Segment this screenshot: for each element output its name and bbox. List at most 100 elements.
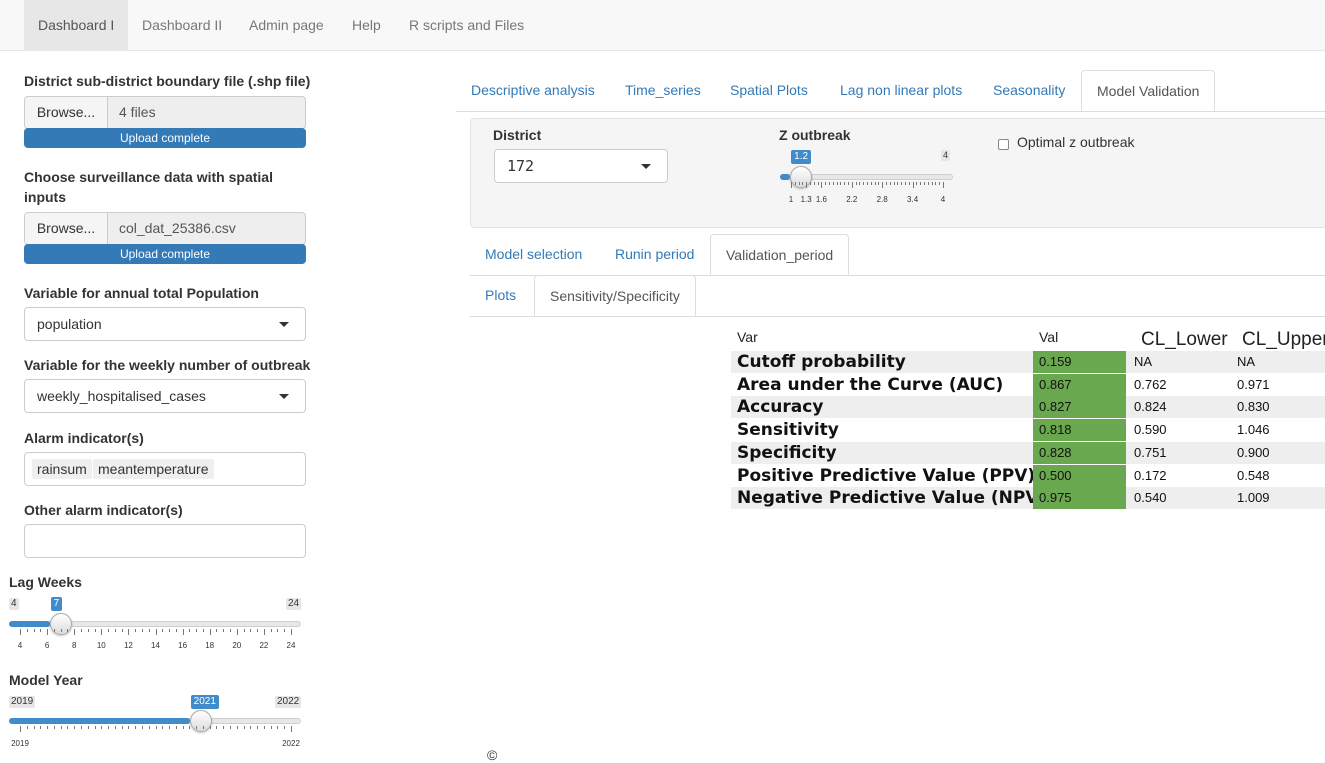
slider-major-tick [47,629,49,635]
population-label: Variable for annual total Population [24,285,259,301]
tab-sensitivity-specificity[interactable]: Sensitivity/Specificity [534,275,696,316]
slider-minor-tick [108,629,110,632]
slider-minor-tick [189,629,191,632]
slider-tick-label: 12 [123,641,133,650]
alarm-tag[interactable]: rainsum [32,459,92,479]
slider-tick-label: 6 [44,641,50,650]
slider-minor-tick [897,182,899,185]
district-select[interactable]: 172 [494,149,668,183]
slider-minor-tick [155,726,157,729]
nav-dashboard-2[interactable]: Dashboard II [128,0,236,51]
nav-help[interactable]: Help [338,0,395,51]
table-cell-val: 0.159 [1033,351,1126,373]
slider-minor-tick [223,726,225,729]
slider-minor-tick [855,182,857,185]
tab-runin-period[interactable]: Runin period [600,234,709,275]
table-cell-cl-lower: 0.824 [1134,399,1167,415]
slider-minor-tick [60,726,62,729]
slider-minor-tick [60,629,62,632]
slider-minor-tick [87,726,89,729]
table-row: Cutoff probability 0.159 NA NA [731,351,1325,373]
slider-tick-label: 1.6 [815,195,827,204]
slider-major-tick [851,182,853,188]
table-cell-val: 0.500 [1033,464,1126,487]
slider-minor-tick [209,726,211,729]
other-alarm-input[interactable] [24,524,306,558]
table-cell-cl-upper: 1.009 [1237,490,1270,506]
slider-minor-tick [33,726,35,729]
table-cell-var: Cutoff probability [737,352,906,372]
slider-major-tick [128,629,130,635]
nav-dashboard-1[interactable]: Dashboard I [24,0,129,51]
slider-major-tick [291,726,292,732]
nav-r-scripts[interactable]: R scripts and Files [395,0,538,51]
nav-admin-page[interactable]: Admin page [235,0,338,51]
slider-minor-tick [47,726,49,729]
slider-minor-tick [135,629,137,632]
tab-descriptive-analysis[interactable]: Descriptive analysis [456,70,610,111]
tab-plots[interactable]: Plots [470,275,531,316]
controls-well: District 172 Z outbreak 4 1.2 1 1.3 1.6 2.2… [470,118,1325,228]
tab-spatial-plots[interactable]: Spatial Plots [715,70,823,111]
slider-minor-tick [182,726,184,729]
slider-minor-tick [924,182,925,185]
alarm-indicators-input[interactable]: rainsum meantemperature [24,452,306,486]
shp-browse-button[interactable]: Browse... [25,97,108,128]
surveillance-browse-button[interactable]: Browse... [25,213,108,244]
alarm-tag[interactable]: meantemperature [93,459,214,479]
year-slider-fill [9,718,190,724]
slider-minor-tick [135,726,137,729]
shp-file-name: 4 files [119,104,156,120]
table-cell-cl-lower: 0.590 [1134,422,1167,438]
tab-seasonality[interactable]: Seasonality [978,70,1080,111]
slider-minor-tick [886,182,887,185]
population-select[interactable]: population [24,307,306,341]
year-slider-handle[interactable] [189,710,212,732]
slider-major-tick [20,629,21,635]
slider-minor-tick [196,629,198,632]
slider-minor-tick [230,629,232,632]
slider-tick-label: 4 [17,641,23,650]
table-header-var: Var [737,329,758,345]
table-cell-val: 0.867 [1033,373,1126,396]
table-cell-var: Negative Predictive Value (NPV) [737,488,1047,509]
slider-major-tick [74,629,76,635]
table-header-cl-lower: CL_Lower [1141,329,1228,350]
z-slider-handle[interactable] [790,166,813,188]
optimal-z-checkbox[interactable] [998,139,1009,150]
table-header-cl-upper: CL_Upper [1242,329,1325,350]
slider-minor-tick [148,629,150,632]
slider-minor-tick [169,726,171,729]
tab-model-selection[interactable]: Model selection [470,234,597,275]
tab-validation-period[interactable]: Validation_period [710,234,850,275]
slider-minor-tick [243,629,245,632]
population-select-value: population [37,316,102,332]
slider-minor-tick [121,629,123,632]
slider-major-tick [101,629,103,635]
district-label: District [493,127,542,143]
tab-model-validation[interactable]: Model Validation [1081,70,1216,111]
table-cell-val: 0.975 [1033,487,1126,510]
slider-tick-label: 22 [259,641,269,650]
tab-lag-non-linear[interactable]: Lag non linear plots [825,70,977,111]
slider-major-tick [182,629,184,635]
table-cell-cl-upper: 1.046 [1237,422,1270,438]
district-select-value: 172 [507,157,535,175]
slider-minor-tick [832,182,834,185]
outbreak-select-value: weekly_hospitalised_cases [37,388,206,404]
slider-minor-tick [939,182,941,185]
slider-minor-tick [94,726,96,729]
shp-file-input[interactable]: Browse... 4 files [24,96,306,129]
slider-minor-tick [196,726,198,729]
tab-time-series[interactable]: Time_series [610,70,716,111]
slider-minor-tick [175,629,177,632]
slider-minor-tick [141,629,143,632]
slider-minor-tick [893,182,895,185]
outbreak-variable-select[interactable]: weekly_hospitalised_cases [24,379,306,413]
slider-minor-tick [263,726,265,729]
slider-tick-label: 14 [151,641,160,650]
year-min-label: 2019 [9,696,36,708]
surveillance-file-input[interactable]: Browse... col_dat_25386.csv [24,212,306,245]
slider-minor-tick [189,726,191,729]
z-value-badge: 1.2 [791,150,812,164]
